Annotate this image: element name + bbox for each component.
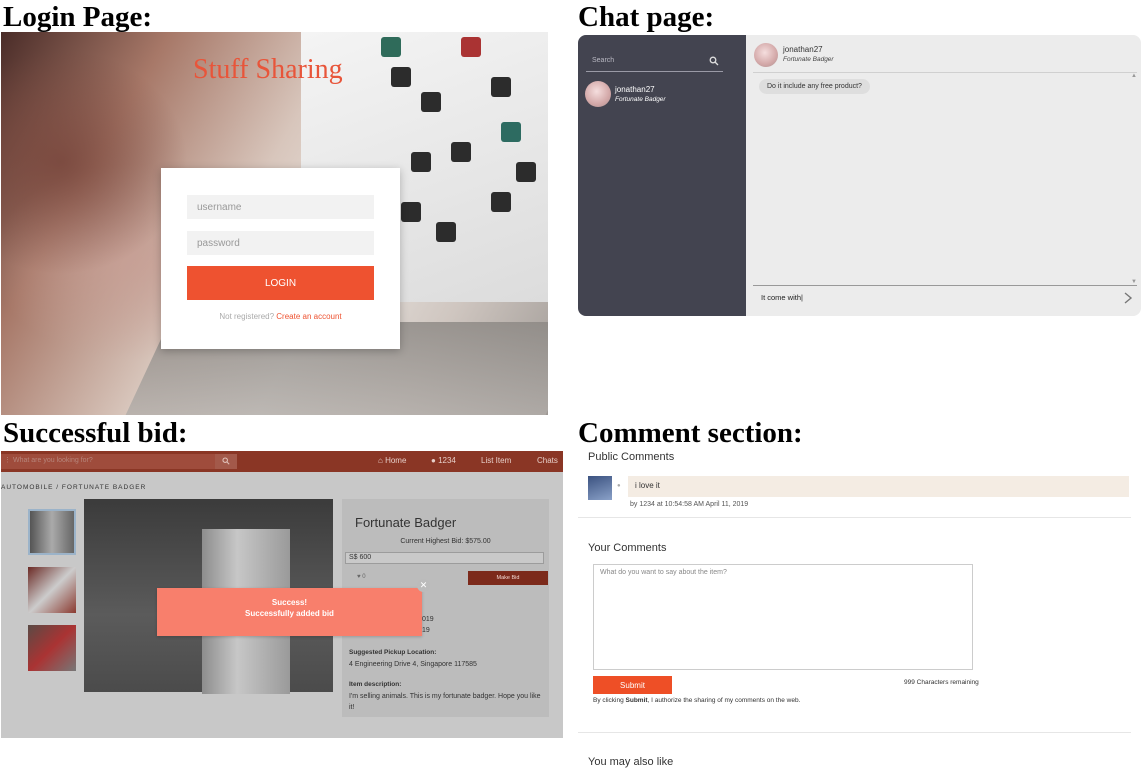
register-prompt: Not registered? Create an account	[161, 312, 400, 321]
message-input-text: It come with	[761, 293, 802, 302]
commenter-avatar	[588, 476, 612, 500]
item-description: I'm selling animals. This is my fortunat…	[349, 693, 541, 711]
nav-home-label: Home	[385, 456, 407, 465]
chat-header-name: jonathan27	[783, 45, 823, 54]
menu-icon[interactable]: ⋮	[4, 456, 11, 464]
comments-page-screenshot: Public Comments ● i love it by 1234 at 1…	[578, 447, 1141, 775]
consent-bold: Submit	[625, 697, 648, 704]
chat-sidebar: Search jonathan27 Fortunate Badger	[578, 35, 746, 316]
date-fragment-1: 019	[422, 616, 434, 623]
nav-search-box[interactable]: ⋮ What are you looking for?	[1, 454, 237, 469]
consent-prefix: By clicking	[593, 697, 626, 704]
divider	[578, 517, 1131, 518]
not-registered-text: Not registered?	[219, 312, 275, 321]
consent-suffix: , I authorize the sharing of my comments…	[647, 697, 801, 704]
search-icon[interactable]	[709, 56, 719, 66]
username-input[interactable]	[187, 195, 374, 219]
description-label: Item description:	[349, 681, 402, 688]
dot-icon: ●	[617, 483, 621, 489]
current-highest-bid: Current Highest Bid: $575.00	[400, 538, 491, 545]
nav-user-label: 1234	[438, 456, 456, 465]
home-icon: ⌂	[378, 456, 383, 465]
chat-search-box[interactable]: Search	[586, 53, 723, 72]
chat-header-avatar	[754, 43, 778, 67]
thumbnail-1[interactable]	[28, 509, 76, 555]
breadcrumb[interactable]: AUTOMOBILE / FORTUNATE BADGER	[1, 484, 146, 491]
nav-user[interactable]: ● 1234	[431, 456, 456, 465]
nav-list-item[interactable]: List Item	[481, 456, 511, 465]
item-title: Fortunate Badger	[355, 515, 457, 530]
top-navbar: ⋮ What are you looking for? ⌂ Home ● 123…	[1, 451, 563, 472]
search-icon	[222, 457, 230, 465]
user-icon: ●	[431, 456, 436, 465]
public-comments-title: Public Comments	[588, 451, 675, 463]
chat-scrollbar[interactable]: ▲ ▼	[1131, 73, 1137, 285]
toast-title: Success!	[271, 598, 308, 607]
contact-name: jonathan27	[615, 85, 655, 94]
chat-search-placeholder: Search	[592, 57, 615, 64]
composer-divider	[753, 285, 1137, 286]
chat-header-divider	[753, 72, 1137, 73]
your-comments-title: Your Comments	[588, 542, 667, 554]
login-page-screenshot: Stuff Sharing LOGIN Not registered? Crea…	[1, 32, 548, 415]
make-bid-button[interactable]: Make Bid	[468, 571, 548, 585]
success-toast: Success! Successfully added bid	[157, 588, 422, 636]
comment-meta: by 1234 at 10:54:58 AM April 11, 2019	[630, 501, 749, 508]
comment-textarea[interactable]	[593, 564, 973, 670]
contact-subtitle: Fortunate Badger	[615, 96, 666, 103]
toast-message: Successfully added bid	[245, 609, 334, 618]
thumbnail-3[interactable]	[28, 625, 76, 671]
password-input[interactable]	[187, 231, 374, 255]
nav-chats[interactable]: Chats	[537, 456, 558, 465]
comments-section-heading: Comment section:	[578, 417, 803, 449]
contact-avatar	[585, 81, 611, 107]
close-icon[interactable]: ✕	[417, 579, 430, 592]
comment-text: i love it	[628, 476, 1129, 497]
bid-section-heading: Successful bid:	[3, 417, 188, 449]
login-button[interactable]: LOGIN	[187, 266, 374, 300]
submit-button[interactable]: Submit	[593, 676, 672, 694]
scroll-up-arrow-icon[interactable]: ▲	[1131, 73, 1137, 79]
brand-title: Stuff Sharing	[193, 54, 343, 85]
bid-amount-input[interactable]: S$ 600	[345, 552, 544, 564]
nav-search-placeholder: What are you looking for?	[13, 457, 93, 464]
message-bubble: Do it include any free product?	[759, 79, 870, 94]
consent-text: By clicking Submit, I authorize the shar…	[593, 697, 800, 704]
like-counter[interactable]: ♥ 0	[357, 574, 366, 580]
nav-search-button[interactable]	[215, 454, 237, 469]
divider	[578, 732, 1131, 733]
thumbnail-2[interactable]	[28, 567, 76, 613]
chat-section-heading: Chat page:	[578, 1, 715, 33]
send-chevron-icon[interactable]	[1123, 292, 1133, 304]
bid-page-screenshot: ⋮ What are you looking for? ⌂ Home ● 123…	[1, 451, 563, 738]
text-cursor: |	[801, 293, 803, 302]
nav-home[interactable]: ⌂ Home	[378, 456, 406, 465]
login-section-heading: Login Page:	[3, 1, 153, 33]
characters-remaining: 999 Characters remaining	[904, 679, 979, 686]
pickup-label: Suggested Pickup Location:	[349, 649, 437, 656]
chat-header-subtitle: Fortunate Badger	[783, 56, 834, 63]
login-card: LOGIN Not registered? Create an account	[161, 168, 400, 349]
date-fragment-2: 19	[422, 627, 430, 634]
create-account-link[interactable]: Create an account	[276, 312, 341, 321]
pickup-location: 4 Engineering Drive 4, Singapore 117585	[349, 661, 477, 668]
message-input[interactable]: It come with|	[761, 293, 803, 302]
also-like-title: You may also like	[588, 756, 674, 768]
chat-page-screenshot: Search jonathan27 Fortunate Badger jonat…	[578, 35, 1141, 316]
